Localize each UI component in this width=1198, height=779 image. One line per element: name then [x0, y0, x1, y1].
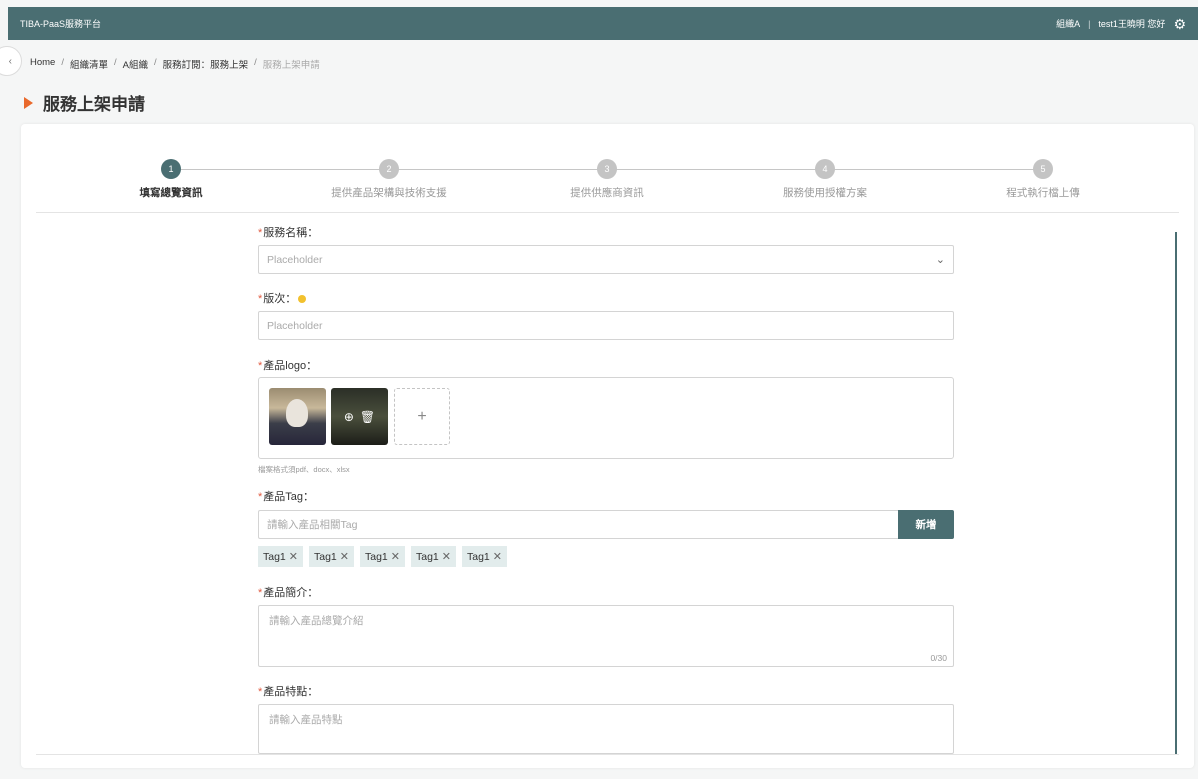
required-mark: * [258, 491, 263, 503]
user-greeting[interactable]: test1王曉明 您好 [1098, 17, 1165, 30]
tag-label: *產品Tag： [258, 488, 314, 504]
tag-input[interactable]: 請輸入產品相關Tag [258, 510, 898, 539]
tag-list: Tag1 ✕ Tag1 ✕ Tag1 ✕ Tag1 ✕ Tag1 ✕ [258, 546, 507, 567]
tag-placeholder: 請輸入產品相關Tag [267, 519, 358, 531]
trash-icon[interactable]: 🗑 [360, 410, 375, 424]
page-title: 服務上架申請 [24, 90, 145, 115]
breadcrumb-separator: / [153, 57, 157, 68]
org-separator: | [1088, 18, 1091, 29]
close-icon[interactable]: ✕ [340, 550, 349, 563]
tag-label-text: 產品Tag： [263, 491, 315, 503]
breadcrumb-home[interactable]: Home [30, 57, 55, 71]
chevron-down-icon: ⌄ [935, 254, 945, 266]
intro-label-text: 產品簡介： [263, 587, 319, 599]
tag-text: Tag1 [263, 550, 286, 563]
step-4[interactable]: 4 服務使用授權方案 [740, 159, 910, 200]
scrollbar[interactable] [1175, 232, 1177, 754]
tag-chip: Tag1 ✕ [462, 546, 507, 567]
version-label: *版次： [258, 290, 307, 306]
required-mark: * [258, 360, 263, 372]
version-placeholder: Placeholder [267, 319, 323, 332]
add-tag-button[interactable]: 新增 [898, 510, 954, 539]
features-textarea[interactable]: 請輸入產品特點 [258, 704, 954, 754]
service-name-select[interactable]: Placeholder ⌄ [258, 245, 954, 274]
breadcrumb-org[interactable]: A組織 [123, 57, 148, 71]
breadcrumb-org-list[interactable]: 組織清單 [70, 57, 108, 71]
breadcrumb-subscription[interactable]: 服務訂閱：服務上架 [163, 57, 249, 71]
version-input[interactable]: Placeholder [258, 311, 954, 340]
zoom-in-icon[interactable]: ⊕ [344, 410, 354, 424]
required-mark: * [258, 227, 263, 239]
org-name[interactable]: 組織A [1056, 17, 1080, 30]
features-label-text: 產品特點： [263, 686, 319, 698]
app-title[interactable]: TIBA-PaaS服務平台 [20, 17, 101, 30]
tag-chip: Tag1 ✕ [360, 546, 405, 567]
plus-icon: + [417, 407, 427, 425]
stepper-divider [36, 212, 1179, 213]
footer-divider [36, 754, 1179, 755]
step-label: 提供供應商資訊 [570, 187, 644, 199]
tag-text: Tag1 [416, 550, 439, 563]
info-icon[interactable] [298, 295, 307, 304]
required-mark: * [258, 686, 263, 698]
breadcrumb: Home / 組織清單 / A組織 / 服務訂閱：服務上架 / 服務上架申請 [30, 57, 320, 71]
breadcrumb-separator: / [61, 57, 64, 68]
tag-text: Tag1 [467, 550, 490, 563]
char-counter: 0/30 [930, 653, 947, 663]
add-logo-button[interactable]: + [394, 388, 450, 445]
service-name-label: *服務名稱： [258, 224, 318, 240]
step-label: 提供產品架構與技術支援 [331, 187, 447, 199]
tag-chip: Tag1 ✕ [411, 546, 456, 567]
form-card: 1 填寫總覽資訊 2 提供產品架構與技術支援 3 提供供應商資訊 4 服務使用授… [21, 124, 1194, 768]
service-name-label-text: 服務名稱： [263, 227, 319, 239]
close-icon[interactable]: ✕ [289, 550, 298, 563]
features-label: *產品特點： [258, 683, 318, 699]
required-mark: * [258, 293, 263, 305]
intro-textarea[interactable]: 請輸入產品總覽介紹 0/30 [258, 605, 954, 667]
breadcrumb-separator: / [114, 57, 117, 68]
features-placeholder: 請輸入產品特點 [269, 714, 343, 726]
chevron-left-icon: ‹ [8, 55, 12, 67]
step-number: 1 [161, 159, 181, 179]
version-label-text: 版次： [263, 293, 297, 305]
tag-text: Tag1 [365, 550, 388, 563]
step-number: 4 [815, 159, 835, 179]
logo-upload-area: ⊕ 🗑 + [258, 377, 954, 459]
step-label: 程式執行檔上傳 [1006, 187, 1080, 199]
sidebar-toggle-button[interactable]: ‹ [0, 46, 22, 76]
gear-icon[interactable]: ⚙ [1173, 17, 1186, 31]
stepper: 1 填寫總覽資訊 2 提供產品架構與技術支援 3 提供供應商資訊 4 服務使用授… [21, 124, 1194, 214]
step-2[interactable]: 2 提供產品架構與技術支援 [304, 159, 474, 200]
step-number: 3 [597, 159, 617, 179]
logo-thumbnail[interactable] [269, 388, 326, 445]
breadcrumb-separator: / [254, 57, 257, 68]
close-icon[interactable]: ✕ [493, 550, 502, 563]
tag-chip: Tag1 ✕ [309, 546, 354, 567]
service-name-placeholder: Placeholder [267, 253, 323, 266]
tag-text: Tag1 [314, 550, 337, 563]
step-5[interactable]: 5 程式執行檔上傳 [958, 159, 1128, 200]
intro-placeholder: 請輸入產品總覽介紹 [269, 615, 364, 627]
step-3[interactable]: 3 提供供應商資訊 [522, 159, 692, 200]
step-1[interactable]: 1 填寫總覽資訊 [86, 159, 256, 200]
step-number: 5 [1033, 159, 1053, 179]
logo-label-text: 產品logo： [263, 360, 318, 372]
user-area: 組織A | test1王曉明 您好 ⚙ [1056, 17, 1186, 31]
page-title-text: 服務上架申請 [43, 95, 145, 114]
tag-chip: Tag1 ✕ [258, 546, 303, 567]
required-mark: * [258, 587, 263, 599]
close-icon[interactable]: ✕ [391, 550, 400, 563]
title-arrow-icon [24, 96, 33, 109]
breadcrumb-current: 服務上架申請 [262, 60, 320, 71]
logo-label: *產品logo： [258, 357, 317, 373]
step-label: 填寫總覽資訊 [139, 187, 203, 199]
step-label: 服務使用授權方案 [783, 187, 867, 199]
top-bar: TIBA-PaaS服務平台 組織A | test1王曉明 您好 ⚙ [8, 7, 1198, 40]
step-number: 2 [379, 159, 399, 179]
logo-format-hint: 檔案格式須pdf、docx、xlsx [258, 465, 350, 474]
logo-thumbnail-hover[interactable]: ⊕ 🗑 [331, 388, 388, 445]
close-icon[interactable]: ✕ [442, 550, 451, 563]
intro-label: *產品簡介： [258, 584, 318, 600]
